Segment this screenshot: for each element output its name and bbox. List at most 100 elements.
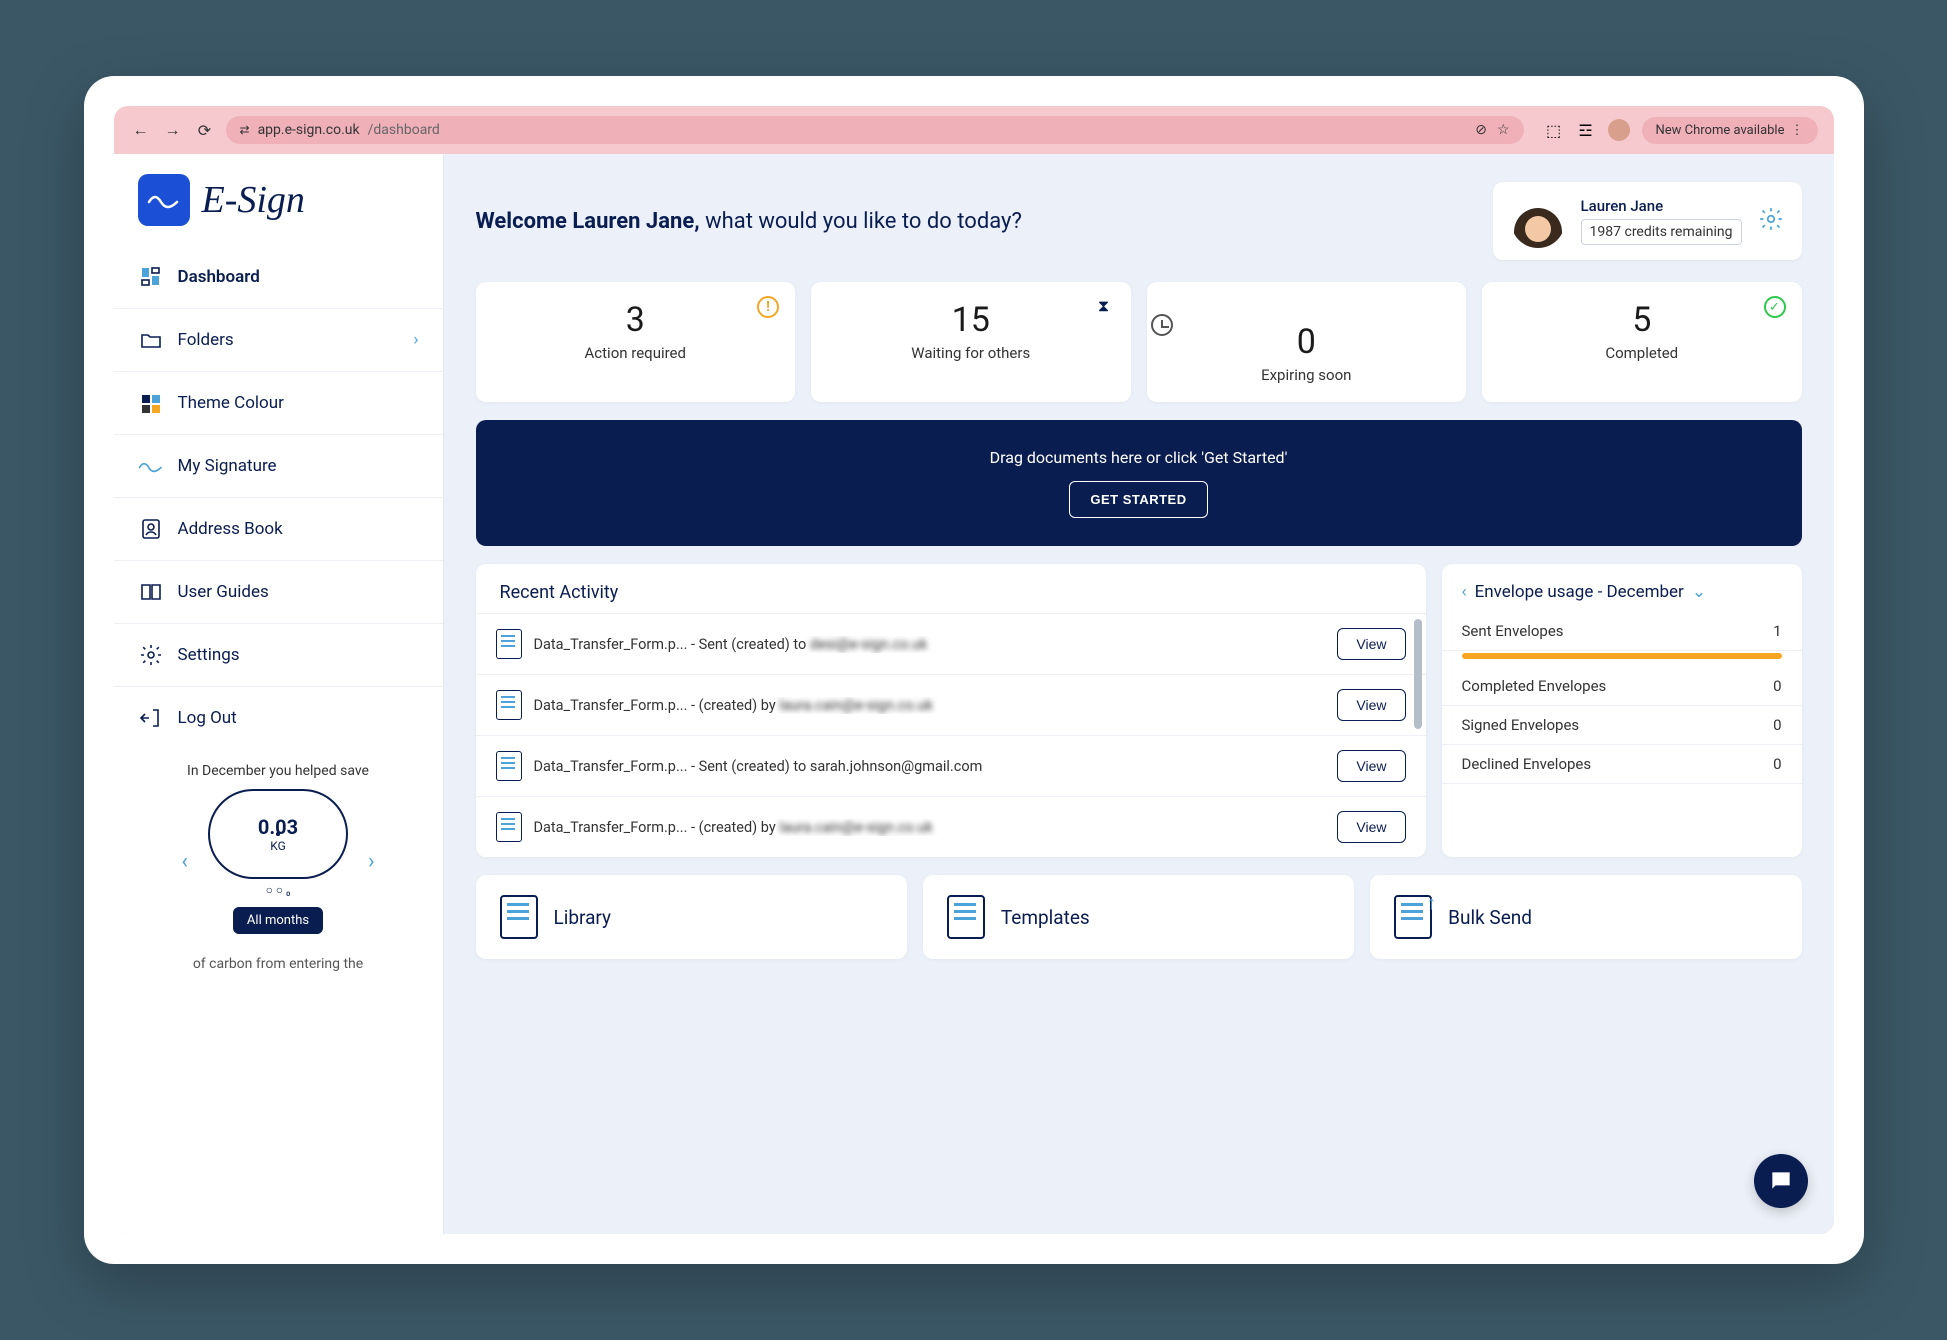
scrollbar[interactable] bbox=[1414, 619, 1422, 729]
usage-value: 0 bbox=[1773, 677, 1781, 695]
avatar-icon bbox=[1511, 194, 1565, 248]
usage-label: Completed Envelopes bbox=[1462, 677, 1607, 695]
main-content: Welcome Lauren Jane, what would you like… bbox=[444, 154, 1834, 1234]
forward-button[interactable]: → bbox=[162, 119, 184, 141]
sidebar-item-user-guides[interactable]: User Guides bbox=[114, 560, 443, 623]
stat-label: Expiring soon bbox=[1167, 366, 1447, 384]
stat-value: 0 bbox=[1167, 322, 1447, 362]
activity-row: Data_Transfer_Form.p... - Sent (created)… bbox=[476, 735, 1426, 796]
document-icon bbox=[496, 629, 522, 659]
stat-completed[interactable]: ✓5Completed bbox=[1482, 282, 1802, 402]
document-stack-icon bbox=[500, 895, 538, 939]
sidebar-item-settings[interactable]: Settings bbox=[114, 623, 443, 686]
document-icon bbox=[496, 690, 522, 720]
profile-avatar-icon[interactable] bbox=[1608, 119, 1630, 141]
usage-row: Declined Envelopes0 bbox=[1442, 745, 1802, 784]
palette-icon bbox=[138, 390, 164, 416]
stat-expiring-soon[interactable]: 0 Expiring soon bbox=[1147, 282, 1467, 402]
addressbook-icon bbox=[138, 516, 164, 542]
url-host: app.e-sign.co.uk bbox=[258, 122, 360, 138]
chevron-down-icon[interactable]: ⌄ bbox=[1692, 582, 1706, 602]
stat-action-required[interactable]: !3Action required bbox=[476, 282, 796, 402]
activity-row: Data_Transfer_Form.p... - Sent (created)… bbox=[476, 613, 1426, 674]
back-button[interactable]: ← bbox=[130, 119, 152, 141]
tile-label: Library bbox=[554, 906, 612, 929]
stat-waiting-for-others[interactable]: ⧗15Waiting for others bbox=[811, 282, 1131, 402]
view-button[interactable]: View bbox=[1337, 811, 1405, 843]
stat-label: Completed bbox=[1502, 344, 1782, 362]
usage-label: Signed Envelopes bbox=[1462, 716, 1580, 734]
activity-row: Data_Transfer_Form.p... - (created) by l… bbox=[476, 796, 1426, 857]
usage-heading[interactable]: ‹ Envelope usage - December ⌄ bbox=[1442, 564, 1802, 612]
tile-bulk-send[interactable]: Bulk Send bbox=[1370, 875, 1801, 959]
chat-fab[interactable] bbox=[1754, 1154, 1808, 1208]
usage-row: Sent Envelopes1 bbox=[1442, 612, 1802, 651]
sidebar-item-label: Theme Colour bbox=[178, 393, 284, 413]
document-stack-icon bbox=[1394, 895, 1432, 939]
sidebar-item-dashboard[interactable]: Dashboard bbox=[114, 246, 443, 308]
usage-prev-icon[interactable]: ‹ bbox=[1462, 582, 1467, 602]
sidebar-item-label: Address Book bbox=[178, 519, 283, 539]
document-stack-icon bbox=[947, 895, 985, 939]
stat-label: Waiting for others bbox=[831, 344, 1111, 362]
tile-templates[interactable]: Templates bbox=[923, 875, 1354, 959]
brand-mark-icon bbox=[138, 174, 190, 226]
dashboard-icon bbox=[138, 264, 164, 290]
eco-unit: KG bbox=[270, 839, 286, 853]
sidebar-item-theme-colour[interactable]: Theme Colour bbox=[114, 371, 443, 434]
refresh-button[interactable]: ⟳ bbox=[194, 119, 216, 141]
envelope-usage-panel: ‹ Envelope usage - December ⌄ Sent Envel… bbox=[1442, 564, 1802, 857]
activity-row: Data_Transfer_Form.p... - (created) by l… bbox=[476, 674, 1426, 735]
get-started-button[interactable]: GET STARTED bbox=[1069, 481, 1207, 518]
settings-icon bbox=[138, 642, 164, 668]
usage-bar bbox=[1462, 653, 1782, 659]
stat-value: 3 bbox=[496, 300, 776, 340]
usage-label: Declined Envelopes bbox=[1462, 755, 1592, 773]
eco-bubbles-icon: ○ ○ ₀ bbox=[266, 883, 291, 897]
eco-next-button[interactable]: › bbox=[368, 849, 375, 874]
view-button[interactable]: View bbox=[1337, 689, 1405, 721]
url-path: /dashboard bbox=[368, 122, 440, 138]
chrome-update-button[interactable]: New Chrome available⋮ bbox=[1642, 117, 1818, 144]
eco-prev-button[interactable]: ‹ bbox=[181, 849, 188, 874]
brand-logo: E-Sign bbox=[114, 174, 443, 246]
sidebar-item-label: User Guides bbox=[178, 582, 269, 602]
star-icon[interactable]: ☆ bbox=[1497, 122, 1510, 138]
reading-list-icon[interactable]: ☲ bbox=[1576, 120, 1596, 140]
eco-allmonths-button[interactable]: All months bbox=[233, 907, 323, 934]
user-card: Lauren Jane 1987 credits remaining bbox=[1493, 182, 1802, 260]
recent-activity-panel: Recent Activity Data_Transfer_Form.p... … bbox=[476, 564, 1426, 857]
welcome-heading: Welcome Lauren Jane, what would you like… bbox=[476, 209, 1022, 234]
sidebar-item-label: Folders bbox=[178, 330, 234, 350]
usage-label: Sent Envelopes bbox=[1462, 622, 1564, 640]
stat-value: 5 bbox=[1502, 300, 1782, 340]
book-icon bbox=[138, 579, 164, 605]
drop-zone[interactable]: Drag documents here or click 'Get Starte… bbox=[476, 420, 1802, 546]
sidebar-item-my-signature[interactable]: My Signature bbox=[114, 434, 443, 497]
sidebar-item-folders[interactable]: Folders› bbox=[114, 308, 443, 371]
key-icon[interactable]: ⊘ bbox=[1475, 122, 1487, 138]
sidebar-item-log-out[interactable]: Log Out bbox=[114, 686, 443, 749]
logout-icon bbox=[138, 705, 164, 731]
usage-value: 0 bbox=[1773, 716, 1781, 734]
activity-text: Data_Transfer_Form.p... - (created) by l… bbox=[534, 819, 1326, 836]
document-icon bbox=[496, 812, 522, 842]
gear-icon[interactable] bbox=[1758, 206, 1784, 236]
activity-text: Data_Transfer_Form.p... - (created) by l… bbox=[534, 697, 1326, 714]
sidebar-item-label: Log Out bbox=[178, 708, 237, 728]
drop-instruction: Drag documents here or click 'Get Starte… bbox=[504, 448, 1774, 467]
browser-toolbar: ← → ⟳ ⇄ app.e-sign.co.uk/dashboard ⊘ ☆ ⬚… bbox=[114, 106, 1834, 154]
sidebar-item-address-book[interactable]: Address Book bbox=[114, 497, 443, 560]
credits-remaining: 1987 credits remaining bbox=[1581, 219, 1742, 245]
usage-row: Completed Envelopes 0 bbox=[1442, 667, 1802, 706]
tile-library[interactable]: Library bbox=[476, 875, 907, 959]
view-button[interactable]: View bbox=[1337, 628, 1405, 660]
address-bar[interactable]: ⇄ app.e-sign.co.uk/dashboard ⊘ ☆ bbox=[226, 116, 1524, 144]
user-name: Lauren Jane bbox=[1581, 197, 1742, 215]
tile-label: Templates bbox=[1001, 906, 1090, 929]
eco-widget: In December you helped save ‹ 0.03 KG ○ … bbox=[114, 749, 443, 986]
extensions-icon[interactable]: ⬚ bbox=[1544, 120, 1564, 140]
view-button[interactable]: View bbox=[1337, 750, 1405, 782]
eco-footer: of carbon from entering the bbox=[130, 956, 427, 972]
recent-activity-heading: Recent Activity bbox=[476, 564, 1426, 613]
